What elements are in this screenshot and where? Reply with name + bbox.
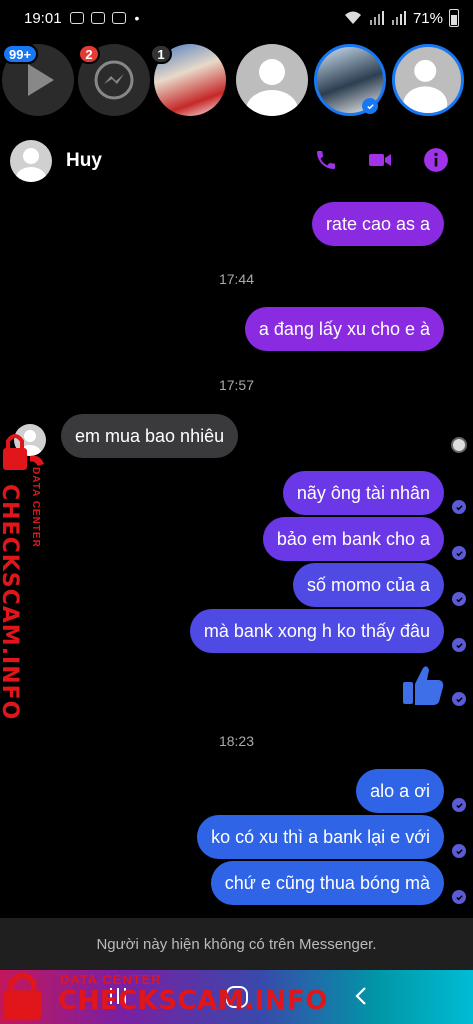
avatar-placeholder-icon-2	[403, 59, 448, 113]
watermark-bottom-text: CHECKSCAM.INFO	[58, 986, 328, 1016]
avatar-placeholder-icon	[246, 59, 298, 116]
delivered-check-icon	[452, 692, 466, 706]
delivered-check-icon	[452, 500, 466, 514]
watermark-vertical-subtext: DATA CENTER	[30, 467, 41, 548]
verified-check-icon	[362, 98, 378, 114]
watermark-vertical: CHECKSCAM.INFO DATA CENTER	[0, 430, 60, 720]
watermark-lock-icon-2	[3, 972, 42, 1021]
phone-icon	[317, 151, 335, 169]
gallery-icon	[90, 12, 105, 24]
chat-heads-row: 99+ 2 1	[0, 40, 473, 120]
back-icon	[355, 987, 366, 1005]
message-bubble-sent[interactable]: bảo em bank cho a	[262, 517, 444, 561]
battery-percent: 71%	[412, 9, 443, 27]
watermark-vertical-text: CHECKSCAM.INFO	[0, 484, 22, 721]
delivered-check-icon	[452, 844, 466, 858]
status-time: 19:01	[24, 9, 62, 27]
watermark-bottom: DATA CENTER CHECKSCAM.INFO	[0, 968, 327, 1024]
thumbs-up-sticker[interactable]	[401, 662, 445, 706]
battery-icon	[449, 9, 459, 27]
chat-head-default-avatar[interactable]	[236, 44, 308, 116]
signal-icon	[369, 11, 384, 25]
message-bubble-sent[interactable]: rate cao as a	[311, 202, 444, 246]
message-bubble-sent[interactable]: ko có xu thì a bank lại e với	[197, 815, 444, 859]
thumbs-up-icon	[403, 666, 444, 705]
notification-dot: •	[134, 10, 140, 26]
unread-badge-3: 1	[150, 44, 172, 64]
delivered-check-icon	[452, 638, 466, 652]
call-button[interactable]	[312, 146, 340, 174]
message-bubble-received[interactable]: em mua bao nhiêu	[61, 414, 239, 458]
message-bubble-sent[interactable]: số momo của a	[292, 563, 444, 607]
delivered-check-icon	[452, 592, 466, 606]
back-button[interactable]	[350, 984, 374, 1013]
time-separator: 17:44	[218, 271, 255, 287]
chat-head-active-avatar[interactable]	[392, 44, 464, 116]
delivered-check-icon	[452, 546, 466, 560]
contact-name[interactable]: Huy	[66, 150, 102, 172]
instagram-icon-2	[111, 12, 126, 24]
delivered-check-icon	[452, 890, 466, 904]
unread-badge: 99+	[2, 44, 39, 64]
video-call-button[interactable]	[366, 146, 394, 174]
time-separator: 18:23	[218, 733, 255, 749]
delivered-check-icon	[452, 798, 466, 812]
message-bubble-sent[interactable]: mà bank xong h ko thấy đâu	[189, 609, 444, 653]
instagram-icon	[69, 12, 84, 24]
watermark-bottom-subtext: DATA CENTER	[60, 972, 162, 987]
signal-icon-2	[391, 11, 406, 25]
message-bubble-sent[interactable]: alo a ơi	[356, 769, 444, 813]
info-icon	[424, 148, 448, 172]
info-button[interactable]	[422, 146, 450, 174]
contact-avatar[interactable]	[10, 140, 52, 182]
message-bubble-sent[interactable]: a đang lấy xu cho e à	[244, 307, 444, 351]
time-separator: 17:57	[218, 377, 255, 393]
seen-avatar-icon	[451, 437, 467, 453]
video-camera-icon	[369, 154, 391, 166]
unread-badge-2: 2	[78, 44, 100, 64]
avatar-placeholder-icon-3	[16, 148, 46, 182]
chat-header: Huy	[0, 126, 473, 190]
unavailable-notice: Người này hiện không có trên Messenger.	[0, 918, 473, 970]
status-bar: 19:01 • 71%	[0, 0, 473, 36]
message-bubble-sent[interactable]: chứ e cũng thua bóng mà	[210, 861, 444, 905]
wifi-icon	[344, 11, 361, 24]
message-bubble-sent[interactable]: nãy ông tài nhân	[282, 471, 444, 515]
